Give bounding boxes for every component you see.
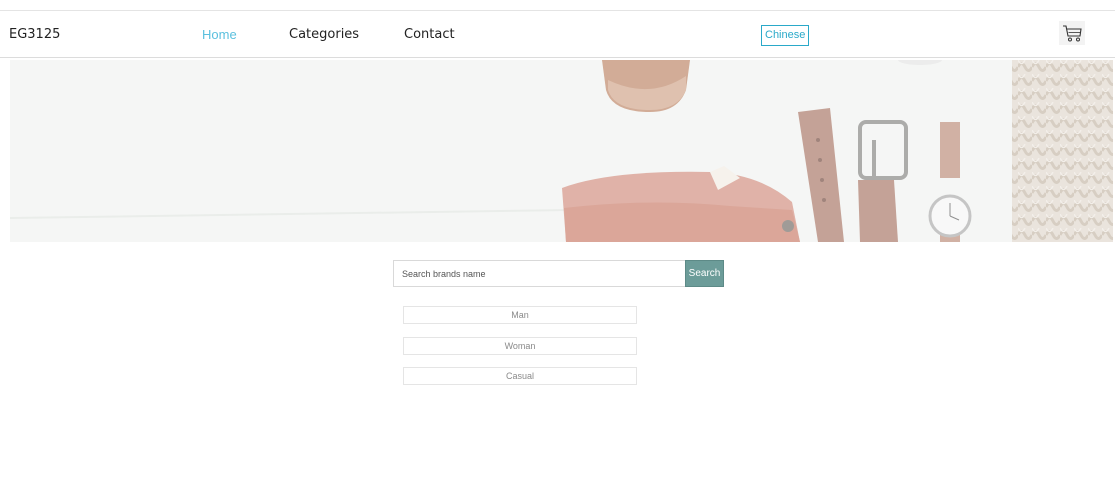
nav-contact[interactable]: Contact [404, 27, 455, 42]
category-casual-button[interactable]: Casual [403, 367, 637, 385]
search-form: Search [393, 260, 724, 287]
hero-banner [10, 60, 1113, 242]
navbar: EG3125 Home Categories Contact Chinese [0, 11, 1115, 57]
hero-image [10, 60, 1113, 242]
search-button[interactable]: Search [685, 260, 724, 287]
nav-divider [0, 57, 1115, 58]
search-input[interactable] [393, 260, 685, 287]
nav-categories[interactable]: Categories [289, 27, 359, 42]
nav-home[interactable]: Home [202, 27, 237, 42]
brand-logo[interactable]: EG3125 [9, 27, 60, 42]
language-button[interactable]: Chinese [761, 25, 810, 46]
cart-icon[interactable] [1059, 21, 1085, 45]
category-woman-button[interactable]: Woman [403, 337, 637, 355]
category-man-button[interactable]: Man [403, 306, 637, 324]
